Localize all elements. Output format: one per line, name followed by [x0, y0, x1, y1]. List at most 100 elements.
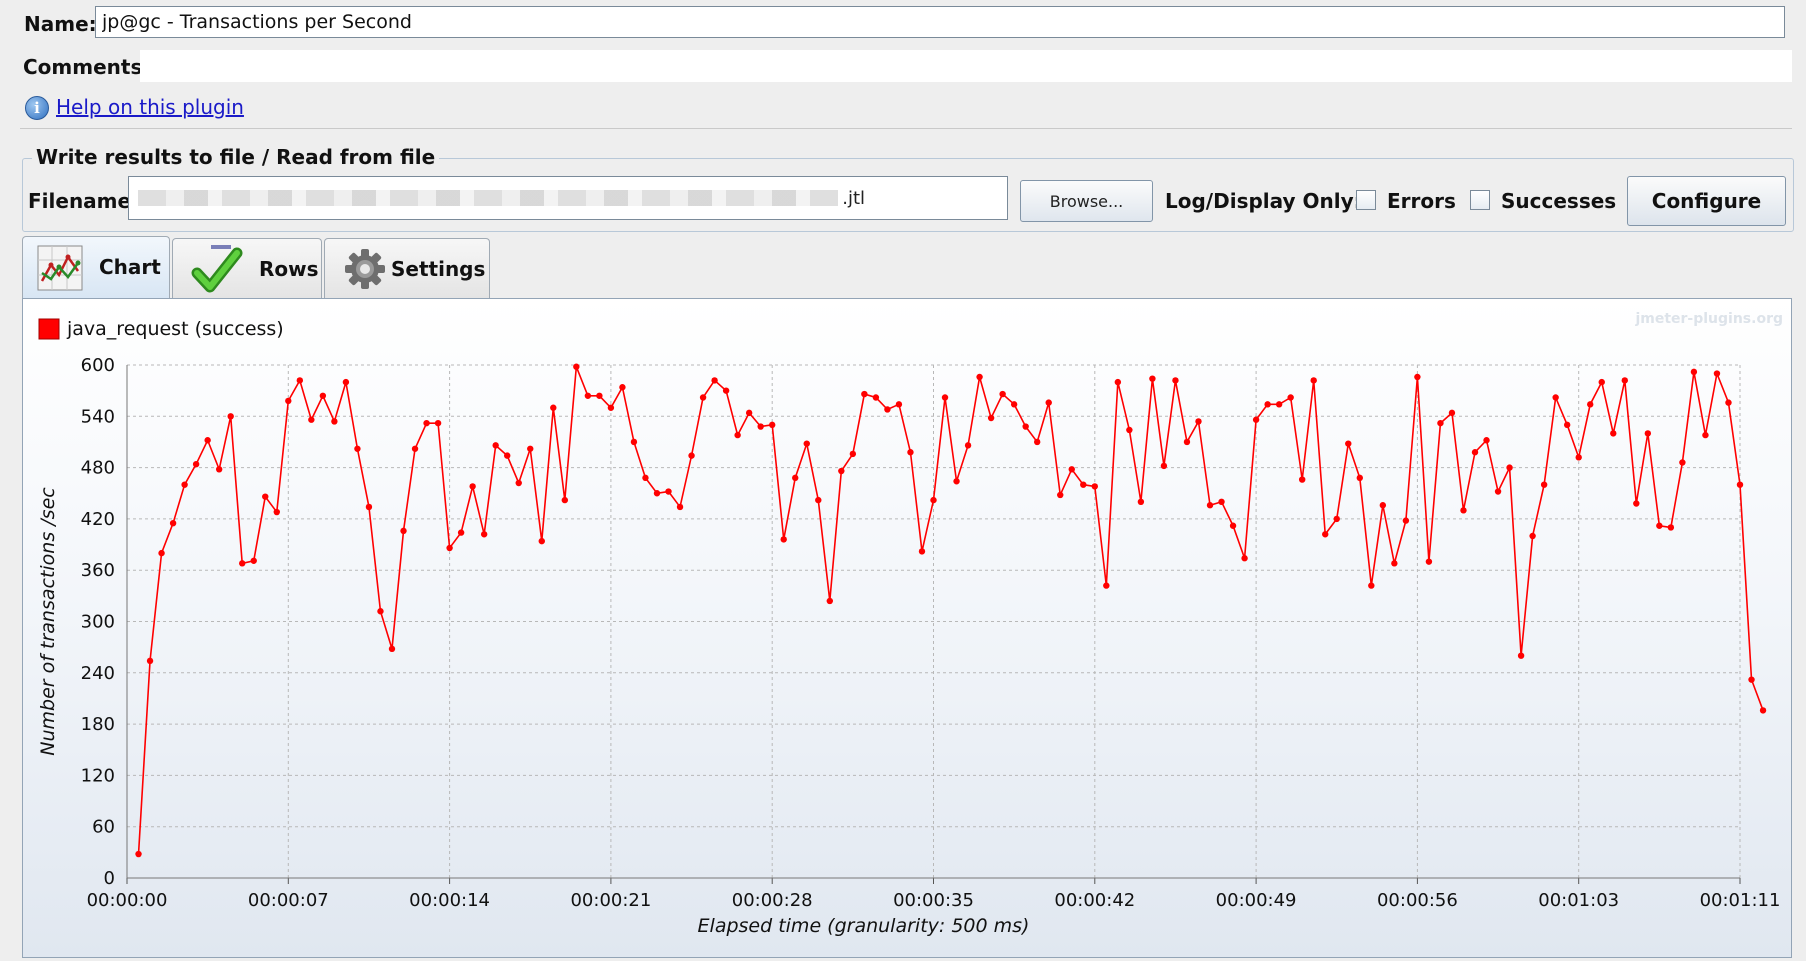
data-point: [1725, 399, 1732, 406]
data-point: [607, 404, 615, 411]
data-point: [1402, 517, 1410, 524]
gear-icon: [345, 249, 385, 289]
data-point: [1448, 409, 1456, 417]
data-point: [722, 387, 730, 394]
data-point: [619, 384, 626, 391]
x-axis-title: Elapsed time (granularity: 500 ms): [698, 915, 1030, 937]
y-tick-label: 60: [92, 817, 115, 838]
data-point: [135, 850, 142, 858]
data-point: [780, 536, 787, 543]
data-point: [1425, 558, 1433, 565]
data-point: [227, 413, 234, 420]
data-point: [930, 496, 937, 504]
data-point: [1149, 375, 1156, 382]
data-point: [492, 442, 499, 449]
y-tick-label: 420: [81, 509, 115, 530]
comments-field[interactable]: [140, 50, 1792, 82]
data-point: [630, 438, 638, 446]
data-point: [711, 377, 718, 384]
y-tick-label: 240: [81, 663, 115, 684]
watermark: jmeter-plugins.org: [1634, 311, 1783, 327]
y-tick-label: 540: [81, 406, 115, 427]
y-tick-label: 0: [104, 868, 115, 889]
x-tick-label: 00:00:28: [732, 890, 813, 911]
name-input[interactable]: [95, 6, 1785, 38]
data-point: [1506, 464, 1513, 471]
tab-settings[interactable]: Settings: [324, 238, 490, 298]
data-point: [987, 414, 995, 422]
successes-checkbox[interactable]: [1470, 190, 1490, 210]
browse-button[interactable]: Browse...: [1020, 180, 1153, 222]
tab-settings-label: Settings: [391, 257, 486, 281]
data-point: [1483, 437, 1490, 444]
successes-label: Successes: [1501, 189, 1617, 213]
data-point: [653, 490, 661, 497]
legend-label: java_request (success): [66, 318, 284, 340]
name-label: Name:: [24, 12, 97, 36]
info-icon: i: [25, 96, 49, 120]
data-point: [1575, 454, 1582, 461]
data-point: [204, 437, 211, 444]
data-point: [1287, 394, 1294, 401]
tab-rows-label: Rows: [259, 257, 319, 281]
data-point: [976, 373, 983, 381]
data-point: [181, 481, 188, 488]
data-point: [1206, 502, 1214, 509]
data-point: [792, 474, 799, 482]
x-tick-label: 00:01:03: [1538, 890, 1619, 911]
data-point: [550, 404, 557, 411]
data-point: [1057, 491, 1064, 499]
data-point: [1264, 401, 1271, 408]
data-point: [1218, 498, 1225, 505]
data-point: [457, 529, 465, 536]
y-tick-label: 480: [81, 458, 115, 479]
data-point: [803, 440, 810, 447]
data-point: [296, 377, 304, 384]
data-point: [285, 397, 292, 405]
data-point: [918, 548, 926, 555]
data-point: [838, 467, 845, 475]
data-point: [1644, 430, 1652, 437]
data-point: [1091, 483, 1099, 490]
file-panel-legend: Write results to file / Read from file: [32, 145, 440, 169]
errors-checkbox[interactable]: [1356, 190, 1376, 210]
data-point: [999, 390, 1006, 398]
data-point: [388, 645, 396, 653]
data-point: [642, 474, 649, 482]
data-point: [1656, 522, 1663, 529]
tab-chart-label: Chart: [99, 255, 161, 279]
tab-rows[interactable]: Rows: [172, 238, 322, 298]
data-point: [527, 445, 534, 452]
tps-chart: 0 60 120 180 240 300 360 420 480 540 600 00:00:00 00…: [37, 311, 1783, 937]
y-tick-label: 360: [81, 560, 115, 581]
data-point: [1460, 507, 1467, 514]
data-point: [1517, 652, 1525, 659]
data-point: [1713, 370, 1721, 377]
data-point: [400, 527, 407, 535]
data-point: [1126, 426, 1133, 434]
data-point: [1183, 438, 1191, 446]
tab-chart[interactable]: Chart: [22, 236, 170, 298]
y-tick-label: 120: [81, 765, 115, 786]
data-point: [734, 431, 741, 439]
configure-button[interactable]: Configure: [1627, 176, 1786, 226]
data-point: [1414, 373, 1421, 381]
data-point: [895, 401, 903, 408]
y-tick-label: 180: [81, 714, 115, 735]
data-point: [1045, 399, 1052, 406]
data-point: [1748, 676, 1755, 683]
data-point: [1494, 488, 1502, 495]
data-point: [584, 392, 592, 399]
divider: [20, 128, 1792, 129]
data-point: [826, 597, 834, 605]
data-point: [1471, 449, 1479, 456]
x-tick-label: 00:00:00: [87, 890, 168, 911]
data-point: [434, 419, 442, 427]
x-tick-label: 00:00:49: [1216, 890, 1297, 911]
data-point: [1010, 401, 1018, 408]
help-link[interactable]: Help on this plugin: [56, 95, 244, 119]
errors-label: Errors: [1387, 189, 1456, 213]
data-point: [273, 508, 280, 516]
blurred-path: [138, 190, 838, 206]
data-point: [1563, 421, 1571, 429]
